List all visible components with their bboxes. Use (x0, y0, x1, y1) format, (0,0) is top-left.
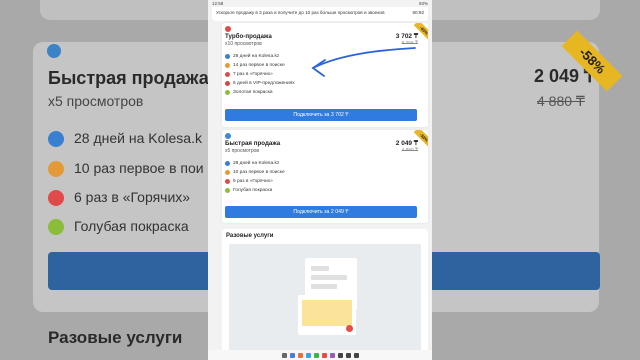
services-illustration (229, 244, 421, 355)
banner-text: Ускорьте продажу в 3 раза и получите до … (216, 10, 385, 15)
package-price: 2 049 ₸ (395, 140, 418, 147)
fire-icon (48, 190, 64, 207)
rocket-icon (225, 26, 231, 32)
feature-item: 14 раз первое в поиске (225, 63, 285, 68)
feature-item: 10 раз первое в поиске (225, 170, 285, 175)
feature-item: 6 дней в VIP-предложениях (225, 81, 295, 86)
clock: 12:58 (212, 1, 224, 6)
bg-views: x5 просмотров (48, 93, 144, 109)
one-time-services: Разовые услуги (222, 229, 428, 357)
fire-icon (225, 72, 230, 77)
feature-item: 6 раз в «Горячих» (225, 179, 273, 184)
app-icon[interactable] (329, 352, 335, 358)
vip-icon (225, 81, 230, 86)
annotation-arrow (311, 47, 416, 77)
arrow-up-icon (48, 161, 64, 178)
app-icon[interactable] (305, 352, 311, 358)
package-name: Быстрая продажа (225, 140, 281, 147)
menu-icon[interactable] (281, 352, 287, 358)
app-icon[interactable] (321, 352, 327, 358)
paint-icon (225, 90, 230, 95)
bg-section-title: Разовые услуги (48, 328, 183, 347)
package-name: Турбо-продажа (225, 33, 272, 40)
battery-indicator: 93% (418, 1, 428, 6)
connect-turbo-button[interactable]: Подключить за 3 702 ₸ (225, 109, 417, 121)
tag-icon (225, 133, 231, 139)
package-old-price: 4 880 ₸ (401, 148, 418, 153)
package-views: x10 просмотров (225, 41, 262, 47)
app-icon[interactable] (297, 352, 303, 358)
bg-old-price: 4 880 ₸ (537, 93, 585, 109)
bg-tag-icon (47, 44, 61, 58)
home-icon[interactable] (345, 352, 351, 358)
badge-icon (346, 325, 353, 332)
arrow-up-icon (225, 170, 230, 175)
feature-item: 7 раз в «Горячих» (225, 72, 273, 77)
connect-fast-button[interactable]: Подключить за 2 049 ₸ (225, 206, 417, 218)
calendar-icon (48, 131, 64, 148)
feature-item: 28 дней на Kolesa.kz (225, 54, 279, 59)
package-price: 3 702 ₸ (395, 33, 418, 40)
illustration-card (298, 295, 356, 335)
fire-icon (225, 179, 230, 184)
calendar-icon (225, 54, 230, 59)
bg-feature: Голубая покраска (48, 218, 189, 236)
promo-banner: Ускорьте продажу в 3 раза и получите до … (212, 7, 428, 21)
calendar-icon (225, 161, 230, 166)
section-title: Разовые услуги (226, 233, 274, 239)
app-icon[interactable] (289, 352, 295, 358)
back-icon[interactable] (353, 352, 359, 358)
bg-title: Быстрая продажа (48, 68, 209, 88)
recent-apps-icon[interactable] (337, 352, 343, 358)
bg-feature: 28 дней на Kolesa.k (48, 130, 202, 148)
taskbar (208, 350, 432, 360)
feature-item: Голубая покраска (225, 188, 272, 193)
package-views: x5 просмотров (225, 148, 260, 154)
feature-item: 28 дней на Kolesa.kz (225, 161, 279, 166)
status-bar: 12:58 93% (208, 0, 432, 7)
paint-icon (225, 188, 230, 193)
paint-icon (48, 219, 64, 236)
banner-timer: 60:92 (412, 10, 425, 15)
app-icon[interactable] (313, 352, 319, 358)
feature-item: Золотая покраска (225, 90, 273, 95)
arrow-up-icon (225, 63, 230, 68)
bg-feature: 10 раз первое в пои (48, 160, 204, 178)
bg-feature: 6 раз в «Горячих» (48, 189, 190, 207)
fast-sale-card[interactable]: Быстрая продажа x5 просмотров 2 049 ₸ 4 … (222, 130, 428, 223)
